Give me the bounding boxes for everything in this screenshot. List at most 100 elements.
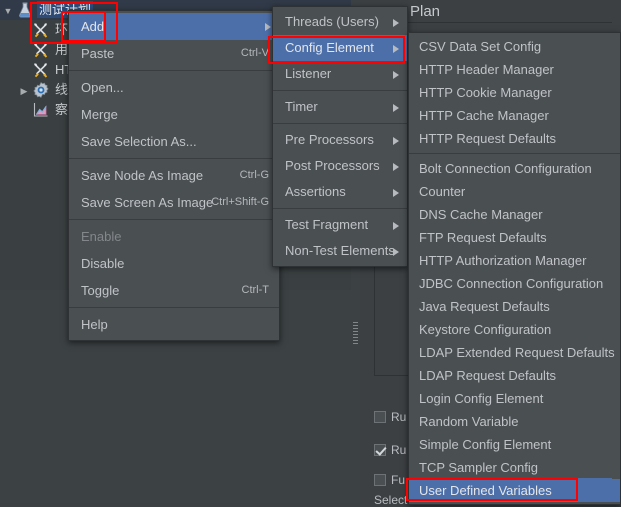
menu-item[interactable]: HTTP Header Manager (409, 58, 620, 81)
listener-icon (32, 101, 50, 119)
config-element-icon (32, 61, 50, 79)
menu-item-label: Assertions (285, 184, 346, 199)
menu-item-label: JDBC Connection Configuration (419, 276, 604, 291)
menu-item-label: TCP Sampler Config (419, 460, 538, 475)
menu-item[interactable]: DNS Cache Manager (409, 203, 620, 226)
checkbox-input[interactable] (374, 444, 386, 456)
menu-separator (409, 153, 620, 154)
menu-item[interactable]: Random Variable (409, 410, 620, 433)
menu-item[interactable]: Disable (69, 250, 279, 277)
menu-item-label: DNS Cache Manager (419, 207, 543, 222)
menu-item-label: HTTP Cache Manager (419, 108, 549, 123)
menu-item[interactable]: HTTP Request Defaults (409, 127, 620, 150)
menu-item[interactable]: Test Fragment (273, 212, 407, 238)
menu-item[interactable]: HTTP Cookie Manager (409, 81, 620, 104)
menu-item[interactable]: Assertions (273, 179, 407, 205)
menu-item-label: HTTP Header Manager (419, 62, 554, 77)
menu-item-label: Threads (Users) (285, 14, 379, 29)
menu-item[interactable]: Login Config Element (409, 387, 620, 410)
menu-item-label: Java Request Defaults (419, 299, 550, 314)
menu-item-label: LDAP Request Defaults (419, 368, 557, 383)
menu-item-label: Open... (81, 80, 124, 95)
menu-item-label: Merge (81, 107, 118, 122)
config-element-icon (32, 41, 50, 59)
menu-item-accelerator: Ctrl-T (241, 284, 270, 296)
menu-item-label: Add (81, 19, 105, 34)
checkbox-row[interactable]: Ru (374, 410, 406, 424)
menu-item[interactable]: Timer (273, 94, 407, 120)
menu-item[interactable]: JDBC Connection Configuration (409, 272, 620, 295)
menu-item-label: Disable (81, 256, 125, 271)
menu-item[interactable]: Merge (69, 101, 279, 128)
menu-item[interactable]: Keystore Configuration (409, 318, 620, 341)
submenu-arrow-icon (393, 19, 399, 27)
menu-item[interactable]: Post Processors (273, 153, 407, 179)
menu-item-label: CSV Data Set Config (419, 39, 542, 54)
menu-item[interactable]: Threads (Users) (273, 9, 407, 35)
expander-collapse-icon[interactable]: ▼ (0, 1, 16, 21)
menu-item[interactable]: Java Request Defaults (409, 295, 620, 318)
menu-item[interactable]: Save Node As Image Ctrl-G (69, 162, 279, 189)
menu-item[interactable]: CSV Data Set Config (409, 35, 620, 58)
menu-item[interactable]: Non-Test Elements (273, 238, 407, 264)
split-divider-grip[interactable] (353, 322, 358, 346)
checkbox-label: Fu (391, 473, 406, 487)
selective-label: Selecti (374, 493, 411, 507)
menu-item[interactable]: Add (69, 13, 279, 40)
submenu-arrow-icon (393, 248, 399, 256)
menu-item[interactable]: Pre Processors (273, 127, 407, 153)
menu-item[interactable]: Config Element (273, 35, 407, 61)
thread-group-icon (32, 81, 50, 99)
menu-item[interactable]: FTP Request Defaults (409, 226, 620, 249)
config-element-submenu[interactable]: CSV Data Set Config HTTP Header Manager HT… (408, 32, 621, 505)
menu-item-label: Save Selection As... (81, 134, 197, 149)
menu-item[interactable]: HTTP Authorization Manager (409, 249, 620, 272)
menu-item[interactable]: Open... (69, 74, 279, 101)
menu-item-accelerator: Ctrl-V (240, 47, 269, 59)
menu-item-label: HTTP Cookie Manager (419, 85, 552, 100)
checkbox-input[interactable] (374, 474, 386, 486)
menu-item-accelerator: Ctrl+Shift-G (211, 196, 269, 208)
menu-item-label: Help (81, 317, 108, 332)
menu-item-label: HTTP Authorization Manager (419, 253, 587, 268)
menu-item[interactable]: Listener (273, 61, 407, 87)
add-submenu[interactable]: Threads (Users) Config Element Listener Tim… (272, 6, 408, 267)
menu-item[interactable]: Help (69, 311, 279, 338)
menu-item-label: Listener (285, 66, 332, 81)
menu-item[interactable]: Simple Config Element (409, 433, 620, 456)
tree-context-menu[interactable]: Add Paste Ctrl-V Open... Merge Save Selection… (68, 10, 280, 341)
selection-highlight-strip (578, 478, 612, 501)
submenu-arrow-icon (393, 45, 399, 53)
menu-item[interactable]: Counter (409, 180, 620, 203)
menu-item-label: Login Config Element (419, 391, 544, 406)
menu-item[interactable]: Paste Ctrl-V (69, 40, 279, 67)
checkbox-row[interactable]: Fu (374, 473, 405, 487)
menu-item-label: Non-Test Elements (285, 243, 395, 258)
menu-item-label: LDAP Extended Request Defaults (419, 345, 615, 360)
menu-item[interactable]: Toggle Ctrl-T (69, 277, 279, 304)
checkbox-row[interactable]: Ru (374, 443, 406, 457)
page-title: Plan (410, 3, 441, 20)
menu-item[interactable]: LDAP Request Defaults (409, 364, 620, 387)
submenu-arrow-icon (393, 222, 399, 230)
menu-item-label: Test Fragment (285, 217, 369, 232)
menu-item[interactable]: TCP Sampler Config (409, 456, 620, 479)
menu-item-label: HTTP Request Defaults (419, 131, 557, 146)
submenu-arrow-icon (393, 189, 399, 197)
menu-item[interactable]: Bolt Connection Configuration (409, 157, 620, 180)
menu-item-label: Toggle (81, 283, 120, 298)
submenu-arrow-icon (393, 71, 399, 79)
menu-item[interactable]: HTTP Cache Manager (409, 104, 620, 127)
checkbox-label: Ru (391, 443, 407, 457)
menu-separator (69, 219, 279, 220)
expander-expand-icon[interactable]: ▶ (16, 81, 32, 101)
menu-item-label: FTP Request Defaults (419, 230, 547, 245)
menu-item-label: Simple Config Element (419, 437, 552, 452)
config-element-icon (32, 21, 50, 39)
menu-item[interactable]: LDAP Extended Request Defaults (409, 341, 620, 364)
checkbox-input[interactable] (374, 411, 386, 423)
menu-item: Enable (69, 223, 279, 250)
menu-item[interactable]: Save Screen As Image Ctrl+Shift-G (69, 189, 279, 216)
menu-item[interactable]: Save Selection As... (69, 128, 279, 155)
menu-item-label: Enable (81, 229, 122, 244)
